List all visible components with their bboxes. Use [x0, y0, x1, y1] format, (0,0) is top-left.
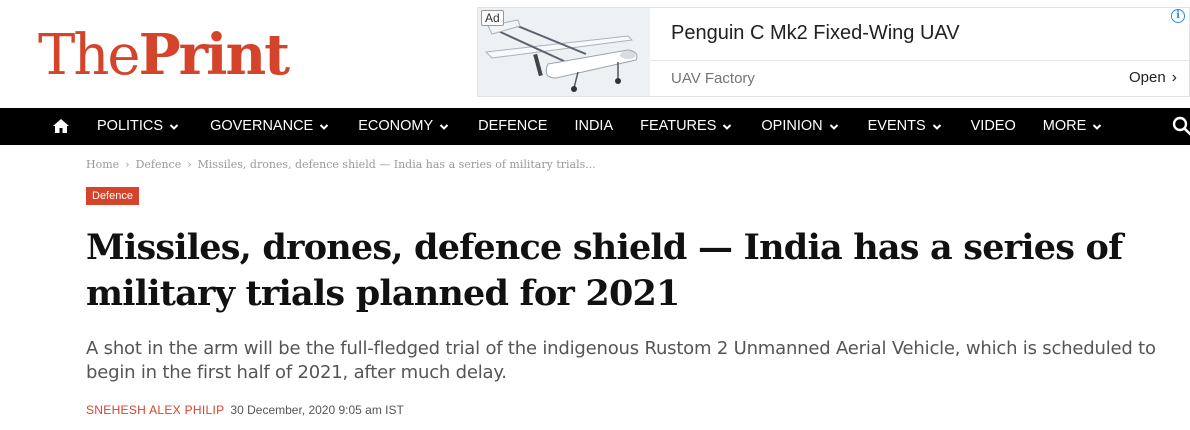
nav-item-economy[interactable]: ECONOMY	[358, 108, 449, 145]
ad-divider	[650, 60, 1189, 61]
nav-item-label: VIDEO	[970, 118, 1016, 134]
nav-item-governance[interactable]: GOVERNANCE	[210, 108, 329, 145]
nav-item-more[interactable]: MORE	[1043, 108, 1103, 145]
logo-text-print: Print	[138, 22, 290, 88]
chevron-down-icon	[829, 123, 838, 130]
nav-item-label: OPINION	[761, 118, 823, 134]
article-subtitle: A shot in the arm will be the full-fledg…	[86, 338, 1156, 383]
chevron-down-icon	[320, 123, 329, 130]
byline: Snehesh Alex Philip 30 December, 2020 9:0…	[86, 402, 404, 418]
breadcrumb-separator: ›	[125, 158, 130, 171]
site-logo[interactable]: ThePrint	[38, 20, 290, 91]
publish-date: 30 December, 2020 9:05 am IST	[230, 403, 404, 417]
nav-item-opinion[interactable]: OPINION	[761, 108, 838, 145]
site-header: ThePrint Ad Penguin C Mk2 Fixed-Wing UAV…	[0, 0, 1190, 108]
nav-item-label: EVENTS	[867, 118, 926, 134]
breadcrumb: Home › Defence › Missiles, drones, defence s…	[86, 158, 596, 172]
ad-open-button[interactable]: Open ›	[1129, 68, 1177, 88]
chevron-down-icon	[169, 123, 179, 130]
ad-banner[interactable]: Ad Penguin C Mk2 Fixed-Wing UAV UAV Fact…	[477, 7, 1190, 97]
article-title: Missiles, drones, defence shield — India…	[86, 227, 1123, 314]
nav-item-label: MORE	[1042, 118, 1087, 134]
author-link[interactable]: Snehesh Alex Philip	[86, 403, 224, 417]
main-nav: POLITICS GOVERNANCE ECONOMY DEFENCE INDIA FEA…	[0, 108, 1190, 145]
ad-title[interactable]: Penguin C Mk2 Fixed-Wing UAV	[671, 20, 960, 46]
info-icon[interactable]: i	[1171, 9, 1185, 23]
nav-item-label: ECONOMY	[358, 118, 434, 134]
uav-illustration	[478, 8, 650, 96]
home-icon[interactable]	[52, 117, 70, 135]
breadcrumb-current: Missiles, drones, defence shield — India…	[197, 158, 596, 171]
breadcrumb-section[interactable]: Defence	[136, 158, 182, 171]
nav-item-events[interactable]: EVENTS	[868, 108, 942, 145]
nav-item-defence[interactable]: DEFENCE	[478, 108, 547, 145]
nav-item-label: DEFENCE	[478, 118, 548, 134]
chevron-down-icon	[723, 123, 732, 130]
chevron-down-icon	[932, 123, 941, 130]
chevron-down-icon	[1093, 123, 1102, 130]
nav-item-label: INDIA	[574, 118, 614, 134]
nav-item-india[interactable]: INDIA	[574, 108, 613, 145]
nav-item-label: FEATURES	[640, 118, 717, 134]
breadcrumb-separator: ›	[187, 158, 192, 171]
nav-items: POLITICS GOVERNANCE ECONOMY DEFENCE INDIA FEA…	[97, 108, 1102, 145]
nav-item-features[interactable]: FEATURES	[640, 108, 732, 145]
ad-uav-image[interactable]: Ad	[478, 8, 650, 96]
nav-item-label: POLITICS	[97, 118, 164, 134]
nav-item-label: GOVERNANCE	[210, 118, 314, 134]
nav-item-video[interactable]: VIDEO	[971, 108, 1016, 145]
search-icon[interactable]	[1172, 116, 1190, 136]
ad-sponsor[interactable]: UAV Factory	[671, 69, 755, 89]
chevron-down-icon	[439, 123, 449, 130]
breadcrumb-home[interactable]: Home	[86, 158, 119, 171]
chevron-right-icon: ›	[1171, 69, 1177, 86]
ad-badge: Ad	[481, 10, 504, 26]
ad-open-label: Open	[1128, 69, 1166, 86]
logo-text-the: The	[38, 23, 141, 88]
category-badge[interactable]: Defence	[86, 187, 139, 205]
nav-item-politics[interactable]: POLITICS	[97, 108, 179, 145]
